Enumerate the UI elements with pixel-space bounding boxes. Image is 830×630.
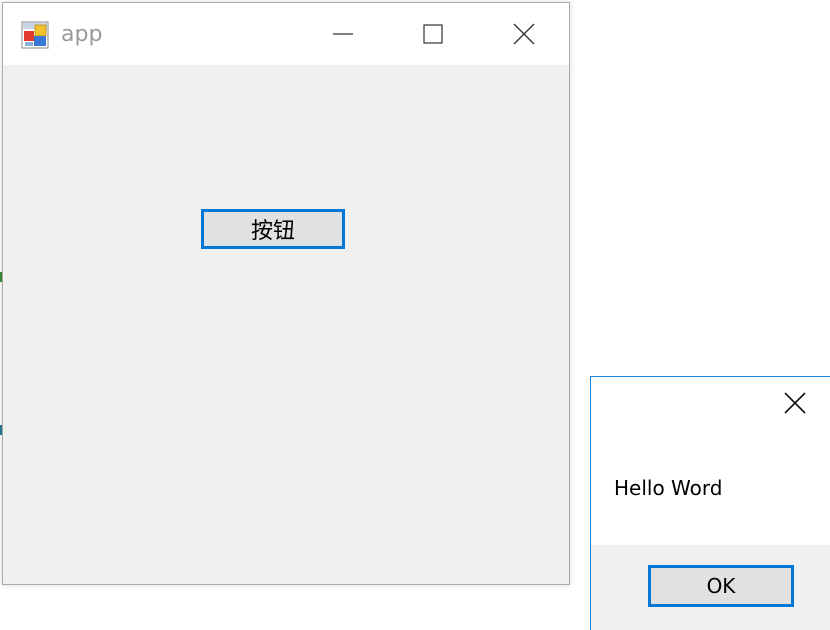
maximize-button[interactable] — [410, 13, 456, 55]
message-box-close-button[interactable] — [777, 387, 813, 419]
title-bar[interactable]: app — [3, 3, 569, 65]
minimize-icon — [333, 33, 353, 35]
message-box-footer: OK — [591, 545, 830, 630]
app-window-icon — [21, 21, 49, 49]
message-box: Hello Word OK — [590, 376, 830, 630]
maximize-icon — [423, 24, 443, 44]
window-client-area: 按钮 — [3, 65, 569, 584]
window-title: app — [61, 22, 103, 47]
action-button[interactable]: 按钮 — [201, 209, 345, 249]
close-icon — [513, 23, 535, 45]
close-icon — [784, 392, 806, 414]
main-window: app 按钮 — [2, 2, 570, 585]
message-text: Hello Word — [614, 476, 723, 500]
minimize-button[interactable] — [320, 13, 366, 55]
desktop: app 按钮 Hello Word OK — [0, 0, 830, 630]
ok-button[interactable]: OK — [648, 565, 794, 607]
close-button[interactable] — [501, 13, 547, 55]
